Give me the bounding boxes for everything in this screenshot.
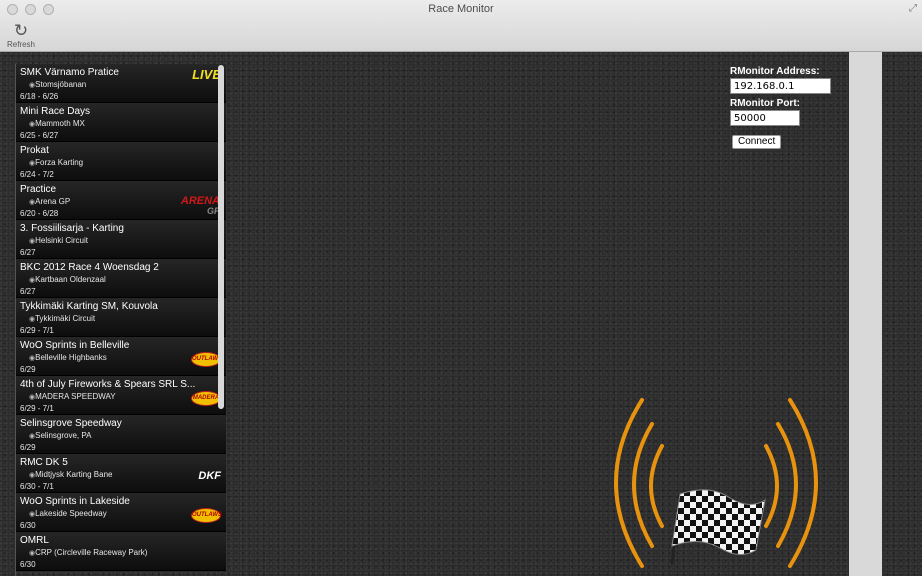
race-dates: 6/30: [20, 521, 36, 530]
race-dates: 6/27: [20, 287, 36, 296]
race-list-item[interactable]: SMK Värnamo PraticeStomsjöbanan6/18 - 6/…: [16, 64, 226, 103]
race-dates: 6/30 - 7/1: [20, 482, 54, 491]
race-dates: 6/30: [20, 560, 36, 569]
race-monitor-logo: [614, 398, 818, 568]
madera-logo: MADERA: [191, 391, 221, 406]
app-window: Race Monitor ⤢ ↻ Refresh SMK Värnamo Pra…: [0, 0, 922, 576]
race-list[interactable]: SMK Värnamo PraticeStomsjöbanan6/18 - 6/…: [15, 64, 226, 576]
race-name: WoO Sprints in Lakeside: [20, 496, 130, 507]
race-dates: 6/18 - 6/26: [20, 92, 59, 101]
outlaws-logo: OUTLAWS: [191, 352, 222, 367]
address-label: RMonitor Address:: [730, 66, 820, 77]
race-dates: 6/27: [20, 248, 36, 257]
race-venue: Mammoth MX: [29, 118, 226, 130]
port-label: RMonitor Port:: [730, 98, 800, 109]
race-venue: Forza Karting: [29, 157, 226, 169]
race-name: 3. Fossiilisarja - Karting: [20, 223, 124, 234]
connection-form: RMonitor Address: RMonitor Port: Connect: [730, 66, 831, 149]
race-dates: 6/29: [20, 365, 36, 374]
race-dates: 6/25 - 6/27: [20, 131, 59, 140]
race-dates: 6/29: [20, 443, 36, 452]
race-list-scrollbar[interactable]: [218, 65, 224, 409]
race-list-item[interactable]: Selinsgrove SpeedwaySelinsgrove, PA6/29: [16, 415, 226, 454]
connect-button[interactable]: Connect: [732, 135, 782, 149]
race-name: Prokat: [20, 145, 49, 156]
race-dates: 6/29 - 7/1: [20, 404, 54, 413]
refresh-icon: ↻: [13, 21, 29, 40]
race-venue: Selinsgrove, PA: [29, 430, 226, 442]
titlebar: Race Monitor ⤢ ↻ Refresh: [0, 0, 922, 52]
race-name: OMRL: [20, 535, 49, 546]
dkf-logo: DKF: [198, 470, 221, 482]
race-list-item[interactable]: WoO Sprints in LakesideLakeside Speedway…: [16, 493, 226, 532]
address-input[interactable]: [730, 78, 831, 94]
race-name: Tykkimäki Karting SM, Kouvola: [20, 301, 158, 312]
race-list-item[interactable]: OMRLCRP (Circleville Raceway Park)6/30: [16, 532, 226, 571]
race-list-item[interactable]: PracticeArena GP6/20 - 6/28ARENAGP: [16, 181, 226, 220]
race-dates: 6/29 - 7/1: [20, 326, 54, 335]
race-venue: Tykkimäki Circuit: [29, 313, 226, 325]
window-title: Race Monitor: [428, 3, 494, 15]
race-venue: CRP (Circleville Raceway Park): [29, 547, 226, 559]
race-name: 4th of July Fireworks & Spears SRL S...: [20, 379, 196, 390]
race-list-item[interactable]: RMC DK 5Midtjysk Karting Bane6/30 - 7/1 D…: [16, 454, 226, 493]
live-badge: LIVE: [192, 67, 221, 82]
race-list-item[interactable]: BKC 2012 Race 4 Woensdag 2Kartbaan Olden…: [16, 259, 226, 298]
race-venue: Midtjysk Karting Bane: [29, 469, 226, 481]
race-name: Mini Race Days: [20, 106, 91, 117]
race-list-item[interactable]: Tykkimäki Karting SM, KouvolaTykkimäki C…: [16, 298, 226, 337]
race-list-item[interactable]: Mini Race DaysMammoth MX6/25 - 6/27: [16, 103, 226, 142]
track-stripe: [849, 52, 882, 576]
race-list-item[interactable]: ProkatForza Karting6/24 - 7/2: [16, 142, 226, 181]
main-content: SMK Värnamo PraticeStomsjöbanan6/18 - 6/…: [0, 52, 922, 576]
race-dates: 6/24 - 7/2: [20, 170, 54, 179]
race-list-item[interactable]: 4th of July Fireworks & Spears SRL S...M…: [16, 376, 226, 415]
refresh-label: Refresh: [6, 40, 35, 49]
arena-gp-logo: ARENA GP: [181, 196, 220, 217]
arena-gp-logo-subtext: GP: [206, 206, 220, 216]
race-list-item[interactable]: WoO Sprints in BellevilleBelleville High…: [16, 337, 226, 376]
race-name: Selinsgrove Speedway: [20, 418, 122, 429]
race-name: RMC DK 5: [20, 457, 68, 468]
refresh-button[interactable]: ↻ Refresh: [6, 22, 36, 49]
fullscreen-icon[interactable]: ⤢: [909, 3, 917, 14]
outlaws-logo: OUTLAWS: [191, 508, 222, 523]
port-input[interactable]: [730, 110, 800, 126]
race-venue: Kartbaan Oldenzaal: [29, 274, 226, 286]
checkered-flag-icon: [670, 489, 766, 565]
race-name: BKC 2012 Race 4 Woensdag 2: [20, 262, 159, 273]
race-name: WoO Sprints in Belleville: [20, 340, 130, 351]
race-venue: Helsinki Circuit: [29, 235, 226, 247]
race-list-item[interactable]: 3. Fossiilisarja - KartingHelsinki Circu…: [16, 220, 226, 259]
